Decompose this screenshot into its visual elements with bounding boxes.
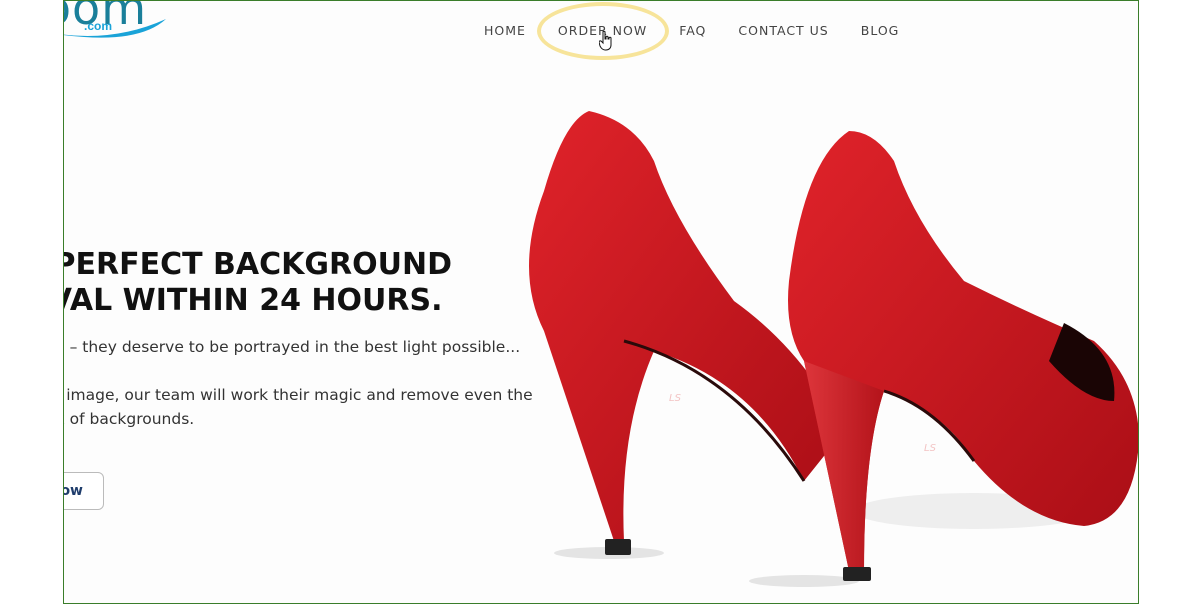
brand-logo[interactable]: room .com bbox=[64, 1, 174, 41]
right-shoe-brand-label: LS bbox=[924, 443, 937, 454]
hero-paragraph-1: cts – they deserve to be portrayed in th… bbox=[63, 338, 521, 356]
hero-paragraph-2-line2: lex of backgrounds. bbox=[64, 410, 195, 428]
hero-paragraph-2-line1: an image, our team will work their magic… bbox=[63, 386, 533, 404]
logo-swoosh-icon bbox=[64, 19, 166, 38]
hero-headline-line1: L PERFECT BACKGROUND bbox=[63, 247, 452, 282]
nav-home[interactable]: HOME bbox=[484, 23, 526, 38]
hand-cursor-icon bbox=[599, 31, 612, 51]
left-shoe-brand-label: LS bbox=[669, 393, 682, 404]
red-heels-image: LS LS bbox=[529, 111, 1138, 587]
nav-contact-us[interactable]: CONTACT US bbox=[738, 23, 828, 38]
hero-headline-line2: OVAL WITHIN 24 HOURS. bbox=[63, 283, 443, 318]
order-now-button[interactable]: ow bbox=[64, 472, 104, 510]
nav-faq[interactable]: FAQ bbox=[679, 23, 706, 38]
logo-domain: .com bbox=[84, 19, 113, 33]
main-nav: HOME ORDER NOW FAQ CONTACT US BLOG bbox=[484, 23, 931, 38]
page-frame: room .com HOME ORDER NOW FAQ CONTACT US … bbox=[63, 0, 1139, 604]
hero-headline: L PERFECT BACKGROUND OVAL WITHIN 24 HOUR… bbox=[63, 247, 452, 319]
nav-blog[interactable]: BLOG bbox=[861, 23, 900, 38]
